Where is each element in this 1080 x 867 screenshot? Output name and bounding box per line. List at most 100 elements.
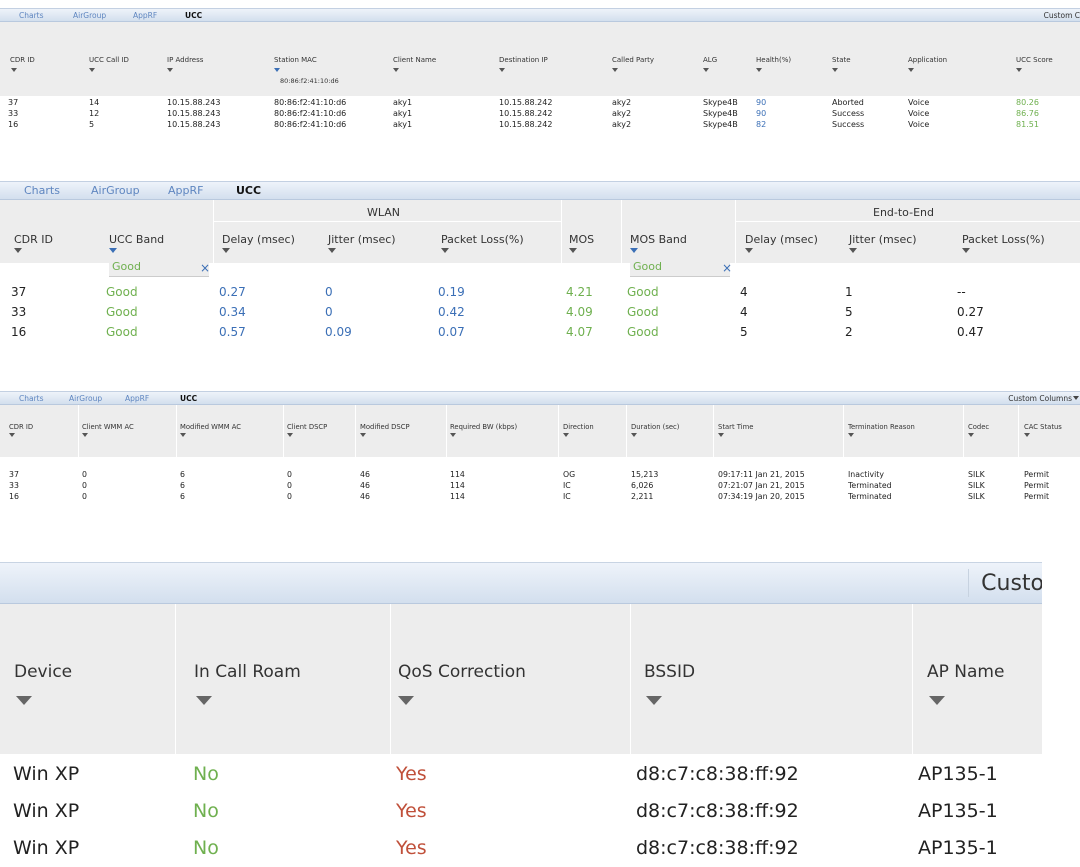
column-header-application[interactable]: Application [908,56,947,64]
funnel-icon[interactable] [109,248,117,253]
column-header-cdr-id[interactable]: CDR ID [10,56,35,64]
column-header-mos[interactable]: MOS [569,233,594,246]
cell-ucc-score[interactable]: 86.76 [1016,109,1039,118]
ucc-band-filter-input[interactable]: Good [109,260,209,277]
table-row[interactable]: Win XP No Yes d8:c7:c8:38:ff:92 AP135-1 [0,837,1042,865]
table-row[interactable]: 37 0 6 0 46 114 OG 15,213 09:17:11 Jan 2… [0,470,1080,481]
close-icon[interactable]: × [722,261,732,275]
funnel-icon[interactable] [929,696,945,705]
column-header-codec[interactable]: Codec [968,423,989,431]
column-header-client-dscp[interactable]: Client DSCP [287,423,327,431]
cell-health[interactable]: 90 [756,98,766,107]
column-header-alg[interactable]: ALG [703,56,717,64]
funnel-icon[interactable] [287,433,293,437]
funnel-icon[interactable] [848,433,854,437]
funnel-icon[interactable] [908,68,914,72]
funnel-icon[interactable] [450,433,456,437]
column-header-ucc-score[interactable]: UCC Score [1016,56,1053,64]
column-header-cdr-id[interactable]: CDR ID [14,233,53,246]
column-header-ip-address[interactable]: IP Address [167,56,203,64]
column-header-ucc-band[interactable]: UCC Band [109,233,164,246]
column-header-health[interactable]: Health(%) [756,56,791,64]
cell-wlan-jitter[interactable]: 0.09 [325,325,352,339]
funnel-icon[interactable] [441,248,449,253]
column-header-wlan-jitter[interactable]: Jitter (msec) [328,233,396,246]
funnel-icon[interactable] [962,248,970,253]
column-header-cac-status[interactable]: CAC Status [1024,423,1062,431]
tab-ucc[interactable]: UCC [236,184,261,197]
funnel-icon[interactable] [360,433,366,437]
cell-wlan-delay[interactable]: 0.27 [219,285,246,299]
tab-apprf[interactable]: AppRF [133,11,157,20]
column-header-bssid[interactable]: BSSID [644,662,695,682]
column-header-client-name[interactable]: Client Name [393,56,436,64]
tab-airgroup[interactable]: AirGroup [73,11,106,20]
table-row[interactable]: 37 14 10.15.88.243 80:86:f2:41:10:d6 aky… [0,98,1080,109]
funnel-icon[interactable] [11,68,17,72]
funnel-icon[interactable] [167,68,173,72]
column-header-start-time[interactable]: Start Time [718,423,753,431]
cell-wlan-delay[interactable]: 0.34 [219,305,246,319]
column-header-state[interactable]: State [832,56,851,64]
column-header-ap-name[interactable]: AP Name [927,662,1004,682]
funnel-icon[interactable] [756,68,762,72]
funnel-icon[interactable] [569,248,577,253]
table-row[interactable]: 16 5 10.15.88.243 80:86:f2:41:10:d6 aky1… [0,120,1080,131]
column-header-modified-wmm-ac[interactable]: Modified WMM AC [180,423,241,431]
cell-wlan-jitter[interactable]: 0 [325,305,333,319]
close-icon[interactable]: × [200,261,210,275]
funnel-icon[interactable] [328,248,336,253]
tab-ucc[interactable]: UCC [185,11,202,20]
funnel-icon[interactable] [398,696,414,705]
funnel-icon[interactable] [222,248,230,253]
station-mac-filter-value[interactable]: 80:86:f2:41:10:d6 [280,77,339,85]
tab-apprf[interactable]: AppRF [125,394,149,403]
mos-band-filter-input[interactable]: Good [630,260,730,277]
funnel-icon[interactable] [1024,433,1030,437]
tab-ucc[interactable]: UCC [180,394,197,403]
column-header-required-bw[interactable]: Required BW (kbps) [450,423,517,431]
table-row[interactable]: 16 0 6 0 46 114 IC 2,211 07:34:19 Jan 20… [0,492,1080,503]
funnel-icon[interactable] [274,68,280,72]
column-header-client-wmm-ac[interactable]: Client WMM AC [82,423,134,431]
funnel-icon[interactable] [612,68,618,72]
funnel-icon[interactable] [1016,68,1022,72]
column-header-modified-dscp[interactable]: Modified DSCP [360,423,410,431]
funnel-icon[interactable] [630,248,638,253]
column-header-station-mac[interactable]: Station MAC [274,56,317,64]
tab-charts[interactable]: Charts [19,11,44,20]
cell-health[interactable]: 90 [756,109,766,118]
funnel-icon[interactable] [718,433,724,437]
custom-columns-menu[interactable]: Custo [981,571,1042,596]
tab-charts[interactable]: Charts [19,394,44,403]
column-header-ucc-call-id[interactable]: UCC Call ID [89,56,129,64]
funnel-icon[interactable] [393,68,399,72]
table-row[interactable]: 33 Good 0.34 0 0.42 4.09 Good 4 5 0.27 [0,305,1080,323]
column-header-e2e-delay[interactable]: Delay (msec) [745,233,818,246]
funnel-icon[interactable] [82,433,88,437]
cell-health[interactable]: 82 [756,120,766,129]
column-header-called-party[interactable]: Called Party [612,56,654,64]
funnel-icon[interactable] [563,433,569,437]
column-header-wlan-delay[interactable]: Delay (msec) [222,233,295,246]
column-header-e2e-jitter[interactable]: Jitter (msec) [849,233,917,246]
column-header-in-call-roam[interactable]: In Call Roam [194,662,301,682]
cell-wlan-packet-loss[interactable]: 0.42 [438,305,465,319]
column-header-wlan-packet-loss[interactable]: Packet Loss(%) [441,233,524,246]
funnel-icon[interactable] [745,248,753,253]
funnel-icon[interactable] [631,433,637,437]
column-header-device[interactable]: Device [14,662,72,682]
table-row[interactable]: Win XP No Yes d8:c7:c8:38:ff:92 AP135-1 [0,800,1042,828]
funnel-icon[interactable] [196,696,212,705]
funnel-icon[interactable] [832,68,838,72]
tab-apprf[interactable]: AppRF [168,184,203,197]
column-header-e2e-packet-loss[interactable]: Packet Loss(%) [962,233,1045,246]
funnel-icon[interactable] [16,696,32,705]
funnel-icon[interactable] [849,248,857,253]
funnel-icon[interactable] [89,68,95,72]
funnel-icon[interactable] [14,248,22,253]
tab-charts[interactable]: Charts [24,184,60,197]
cell-wlan-packet-loss[interactable]: 0.19 [438,285,465,299]
table-row[interactable]: 37 Good 0.27 0 0.19 4.21 Good 4 1 -- [0,285,1080,303]
cell-ucc-score[interactable]: 80.26 [1016,98,1039,107]
